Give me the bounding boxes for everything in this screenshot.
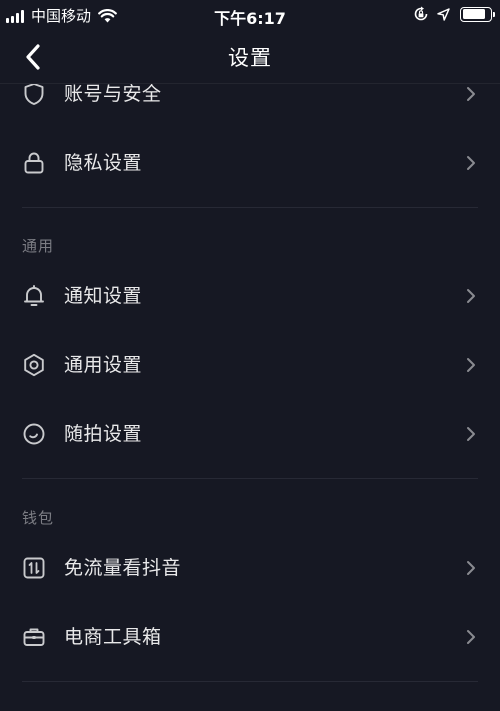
- section-divider: [22, 681, 478, 682]
- settings-item-label: 免流量看抖音: [64, 557, 182, 579]
- snap-icon: [21, 421, 47, 447]
- chevron-right-icon: [464, 559, 478, 577]
- shield-icon: [21, 84, 47, 107]
- settings-item-free-data[interactable]: 免流量看抖音: [0, 534, 500, 602]
- chevron-right-icon: [464, 85, 478, 103]
- settings-item-label: 隐私设置: [64, 152, 143, 174]
- data-free-icon: [21, 555, 47, 581]
- chevron-right-icon: [464, 628, 478, 646]
- settings-item-label: 通用设置: [64, 354, 143, 376]
- chevron-right-icon: [464, 154, 478, 172]
- status-right: [405, 6, 495, 22]
- chevron-right-icon: [464, 287, 478, 305]
- settings-list[interactable]: 账号与安全 隐私设置 通用 通知设置 通用设置 随拍设置 钱包 免流量看抖音 电…: [0, 84, 500, 711]
- settings-item-notifications[interactable]: 通知设置: [0, 262, 500, 330]
- location-arrow-icon: [437, 7, 450, 21]
- gear-icon: [21, 352, 47, 378]
- settings-item-privacy[interactable]: 隐私设置: [0, 129, 500, 197]
- section-divider: [22, 478, 478, 479]
- nav-divider: [0, 83, 500, 84]
- section-divider: [22, 207, 478, 208]
- lock-icon: [21, 150, 47, 176]
- status-bar: 中国移动 下午6:17: [0, 0, 500, 30]
- settings-item-general[interactable]: 通用设置: [0, 331, 500, 399]
- settings-item-ecommerce-toolbox[interactable]: 电商工具箱: [0, 603, 500, 671]
- chevron-right-icon: [464, 425, 478, 443]
- rotation-lock-icon: [414, 6, 428, 21]
- settings-item-label: 随拍设置: [64, 423, 143, 445]
- settings-item-label: 通知设置: [64, 285, 143, 307]
- nav-bar: 设置: [0, 30, 500, 84]
- settings-item-label: 账号与安全: [64, 84, 162, 105]
- section-header-general: 通用: [22, 237, 55, 255]
- battery-icon: [460, 6, 495, 22]
- settings-item-label: 电商工具箱: [64, 626, 162, 648]
- battery-level: [462, 9, 486, 19]
- settings-item-account-security[interactable]: 账号与安全: [0, 84, 500, 128]
- page-title: 设置: [228, 46, 272, 70]
- settings-item-snap[interactable]: 随拍设置: [0, 400, 500, 468]
- chevron-right-icon: [464, 356, 478, 374]
- bell-icon: [21, 283, 47, 309]
- briefcase-icon: [21, 624, 47, 650]
- section-header-wallet: 钱包: [22, 509, 55, 527]
